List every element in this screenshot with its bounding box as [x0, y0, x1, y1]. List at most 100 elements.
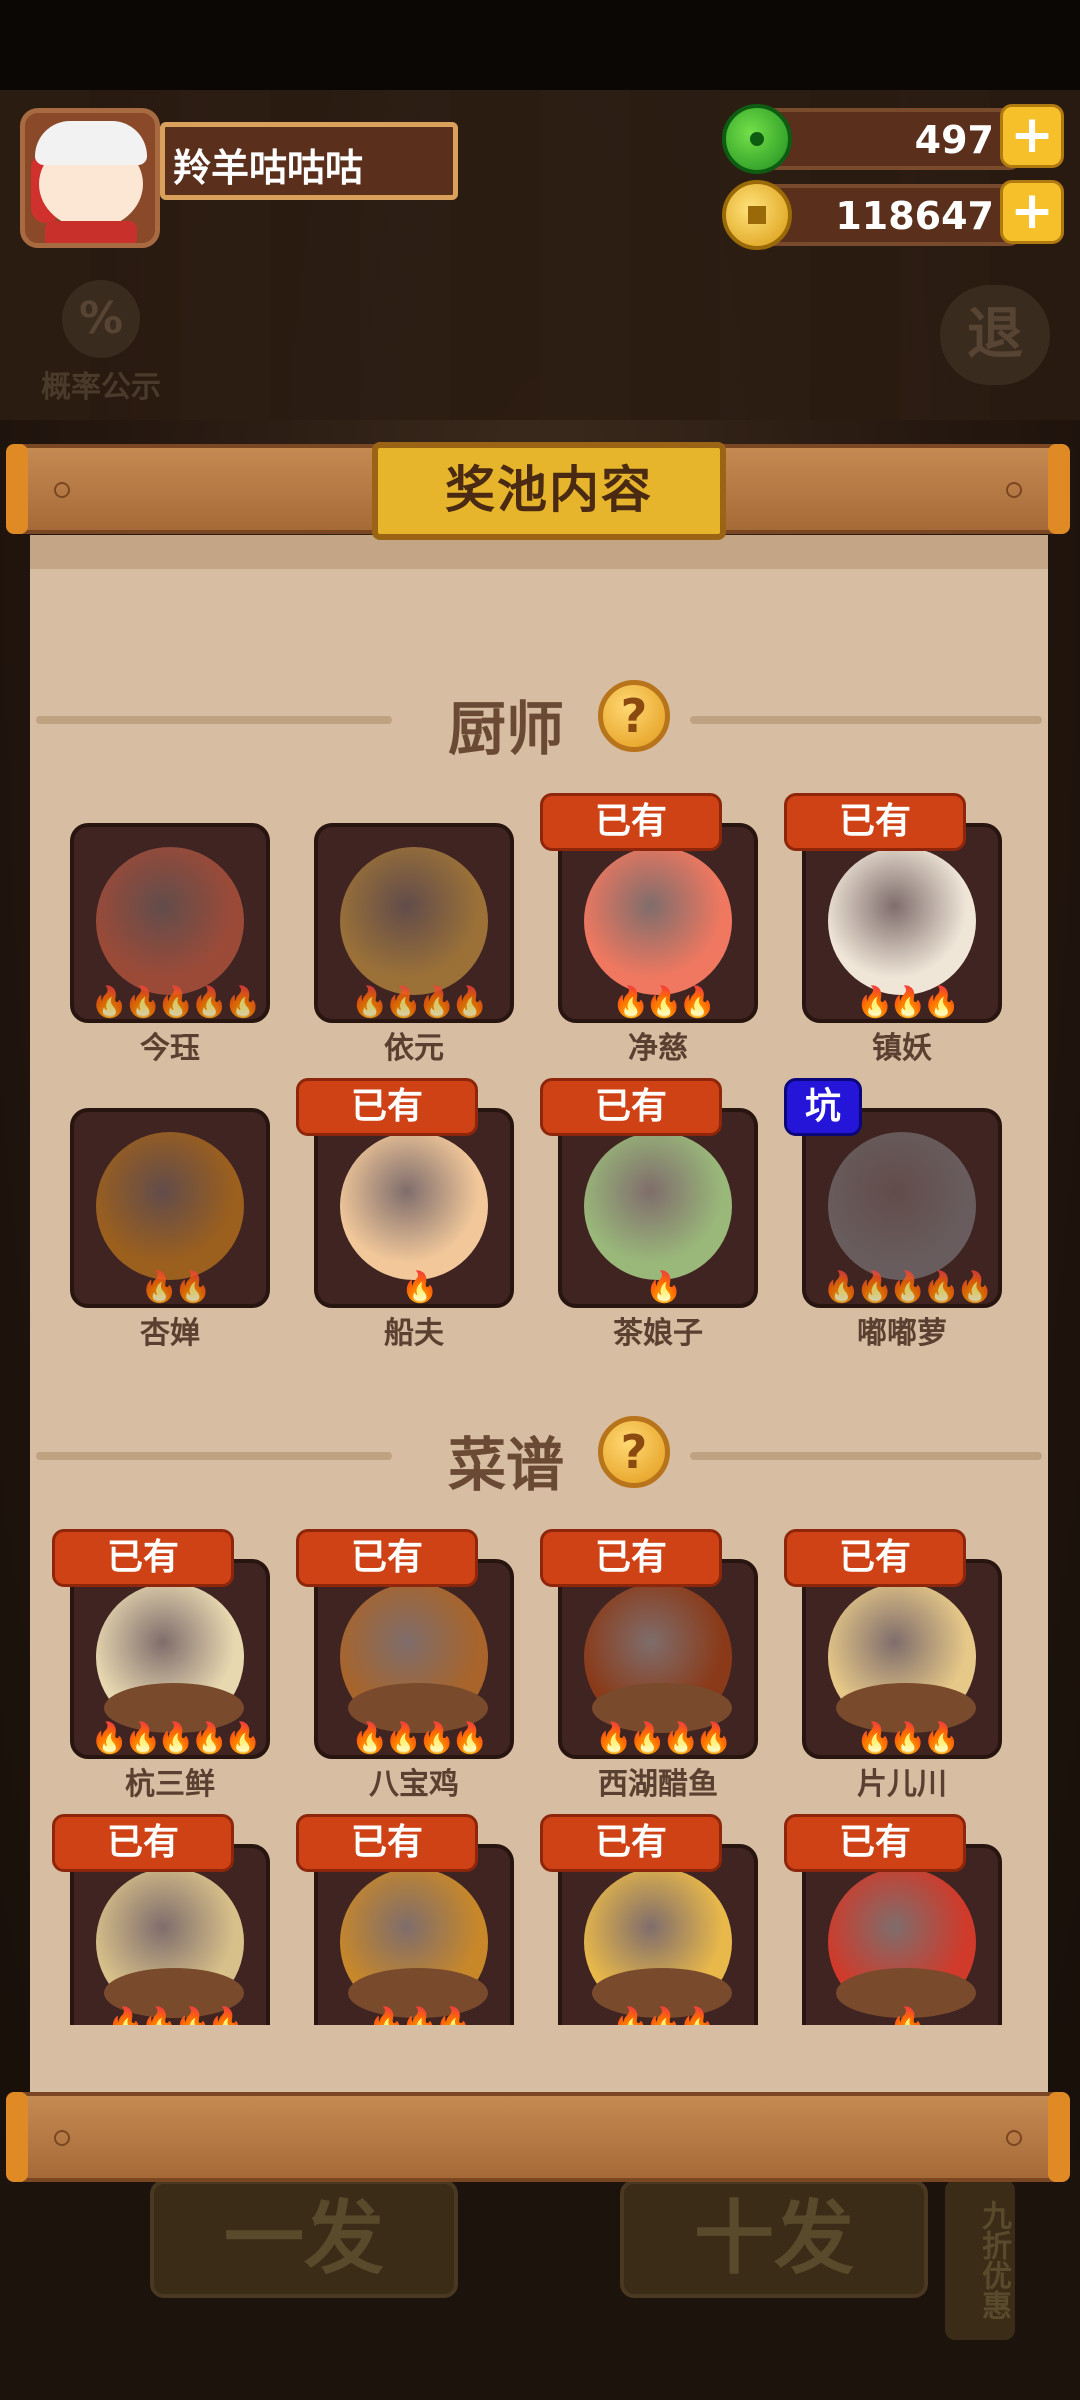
owned-badge: 已有 [296, 1814, 478, 1872]
chef-portrait [96, 1132, 244, 1280]
add-coins-button[interactable]: + [1000, 180, 1064, 244]
rail-rivet [1006, 482, 1022, 498]
card-frame: 🔥🔥🔥 [802, 823, 1002, 1023]
chef-portrait [584, 1132, 732, 1280]
chef-card[interactable]: 🔥🔥🔥 镇妖 已有 [784, 793, 1002, 1083]
jade-counter: 497 [760, 108, 1020, 170]
panel-bottom-rail [6, 2092, 1070, 2182]
avatar[interactable] [20, 108, 160, 248]
owned-badge: 已有 [540, 793, 722, 851]
chef-portrait [96, 847, 244, 995]
owned-badge: 已有 [784, 1529, 966, 1587]
chef-card[interactable]: 🔥🔥🔥🔥🔥 嘟嘟萝 坑 [784, 1078, 1002, 1368]
recipe-section-title: 菜谱 [447, 1431, 564, 1499]
rail-rivet [54, 482, 70, 498]
rarity-flames: 🔥🔥🔥 [855, 985, 960, 1020]
coin-counter: 118647 [760, 184, 1020, 246]
card-frame: 🔥🔥🔥 [802, 1559, 1002, 1759]
recipe-section-header: 菜谱 ? [30, 1414, 1048, 1499]
single-draw-label: 一发 [224, 2192, 384, 2285]
avatar-scarf [45, 221, 137, 243]
chef-card[interactable]: 🔥🔥 杏婵 [70, 1108, 270, 1368]
add-jade-button[interactable]: + [1000, 104, 1064, 168]
pit-badge: 坑 [784, 1078, 862, 1136]
rate-disclosure-label: 概率公示 [41, 370, 161, 405]
card-frame: 🔥🔥🔥🔥 [314, 823, 514, 1023]
panel-title: 奖池内容 [445, 461, 653, 519]
card-frame: 🔥🔥🔥🔥 [558, 1559, 758, 1759]
coin-icon [722, 180, 792, 250]
divider [690, 1452, 1042, 1460]
owned-badge: 已有 [296, 1078, 478, 1136]
card-name: 西湖醋鱼 [598, 1767, 718, 1802]
rate-disclosure-button: % 概率公示 [26, 280, 176, 406]
card-frame: 🔥 [558, 1108, 758, 1308]
owned-badge: 已有 [540, 1529, 722, 1587]
panel-shade [30, 535, 1048, 569]
card-frame: 🔥🔥🔥🔥 [314, 1559, 514, 1759]
rarity-flames: 🔥🔥 [140, 1270, 212, 1305]
card-frame: 🔥 [314, 1108, 514, 1308]
card-name: 茶娘子 [613, 1316, 703, 1351]
card-name: 杏婵 [140, 1316, 200, 1351]
rarity-flames: 🔥 [401, 1270, 438, 1305]
chef-portrait [828, 1132, 976, 1280]
rarity-flames: 🔥🔥🔥🔥 [595, 1721, 732, 1756]
jade-icon [722, 104, 792, 174]
owned-badge: 已有 [52, 1529, 234, 1587]
owned-badge: 已有 [540, 1078, 722, 1136]
rarity-flames: 🔥🔥🔥🔥 [351, 1721, 488, 1756]
owned-badge: 已有 [52, 1814, 234, 1872]
rail-cap-right [1048, 2092, 1070, 2182]
card-name: 依元 [384, 1031, 444, 1066]
rarity-flames: 🔥 [645, 1270, 682, 1305]
single-draw-button: 一发 [150, 2180, 458, 2298]
recipe-card[interactable]: 🔥🔥🔥🔥 八宝鸡 已有 [296, 1529, 514, 1819]
card-frame: 🔥🔥🔥 [558, 823, 758, 1023]
rarity-flames: 🔥🔥🔥 [611, 985, 716, 1020]
chef-portrait [340, 1132, 488, 1280]
card-frame: 🔥🔥🔥🔥 [70, 1844, 270, 2044]
recipe-card[interactable]: 🔥🔥🔥🔥🔥 杭三鲜 已有 [52, 1529, 270, 1819]
coin-value: 118647 [835, 194, 994, 238]
exit-button: 退 [940, 285, 1050, 385]
chef-card[interactable]: 🔥🔥🔥 净慈 已有 [540, 793, 758, 1083]
owned-badge: 已有 [540, 1814, 722, 1872]
rarity-flames: 🔥🔥🔥 [855, 1721, 960, 1756]
ten-draw-button: 十发 [620, 2180, 928, 2298]
ten-draw-label: 十发 [694, 2192, 854, 2285]
chef-card[interactable]: 🔥🔥🔥🔥 依元 [314, 823, 514, 1083]
scroll-clip [30, 2025, 1048, 2095]
percent-gear-icon: % [62, 280, 140, 358]
card-frame: 🔥🔥🔥🔥🔥 [802, 1108, 1002, 1308]
rarity-flames: 🔥🔥🔥🔥🔥 [90, 985, 262, 1020]
card-frame: 🔥🔥🔥 [314, 1844, 514, 2044]
chef-help-icon[interactable]: ? [598, 680, 670, 752]
divider [690, 716, 1042, 724]
card-frame: 🔥 [802, 1844, 1002, 2044]
chef-card[interactable]: 🔥🔥🔥🔥🔥 今珏 [70, 823, 270, 1083]
card-name: 片儿川 [857, 1767, 947, 1802]
rail-cap-left [6, 444, 28, 534]
chef-portrait [584, 847, 732, 995]
jade-value: 497 [914, 118, 994, 162]
chef-card[interactable]: 🔥 茶娘子 已有 [540, 1078, 758, 1368]
card-name: 今珏 [140, 1031, 200, 1066]
rarity-flames: 🔥🔥🔥🔥 [351, 985, 488, 1020]
rail-cap-left [6, 2092, 28, 2182]
recipe-card[interactable]: 🔥🔥🔥🔥 西湖醋鱼 已有 [540, 1529, 758, 1819]
card-frame: 🔥🔥🔥🔥🔥 [70, 1559, 270, 1759]
recipe-card[interactable]: 🔥🔥🔥 片儿川 已有 [784, 1529, 1002, 1819]
rail-cap-right [1048, 444, 1070, 534]
rarity-flames: 🔥🔥🔥🔥🔥 [90, 1721, 262, 1756]
chef-portrait [828, 847, 976, 995]
owned-badge: 已有 [296, 1529, 478, 1587]
card-frame: 🔥🔥🔥 [558, 1844, 758, 2044]
recipe-help-icon[interactable]: ? [598, 1416, 670, 1488]
rarity-flames: 🔥🔥🔥🔥🔥 [822, 1270, 994, 1305]
chef-card[interactable]: 🔥 船夫 已有 [296, 1078, 514, 1368]
card-frame: 🔥🔥 [70, 1108, 270, 1308]
card-name: 镇妖 [872, 1031, 932, 1066]
player-name-plate: 羚羊咕咕咕 [160, 122, 458, 200]
discount-tag: 九折优惠 [945, 2180, 1015, 2340]
